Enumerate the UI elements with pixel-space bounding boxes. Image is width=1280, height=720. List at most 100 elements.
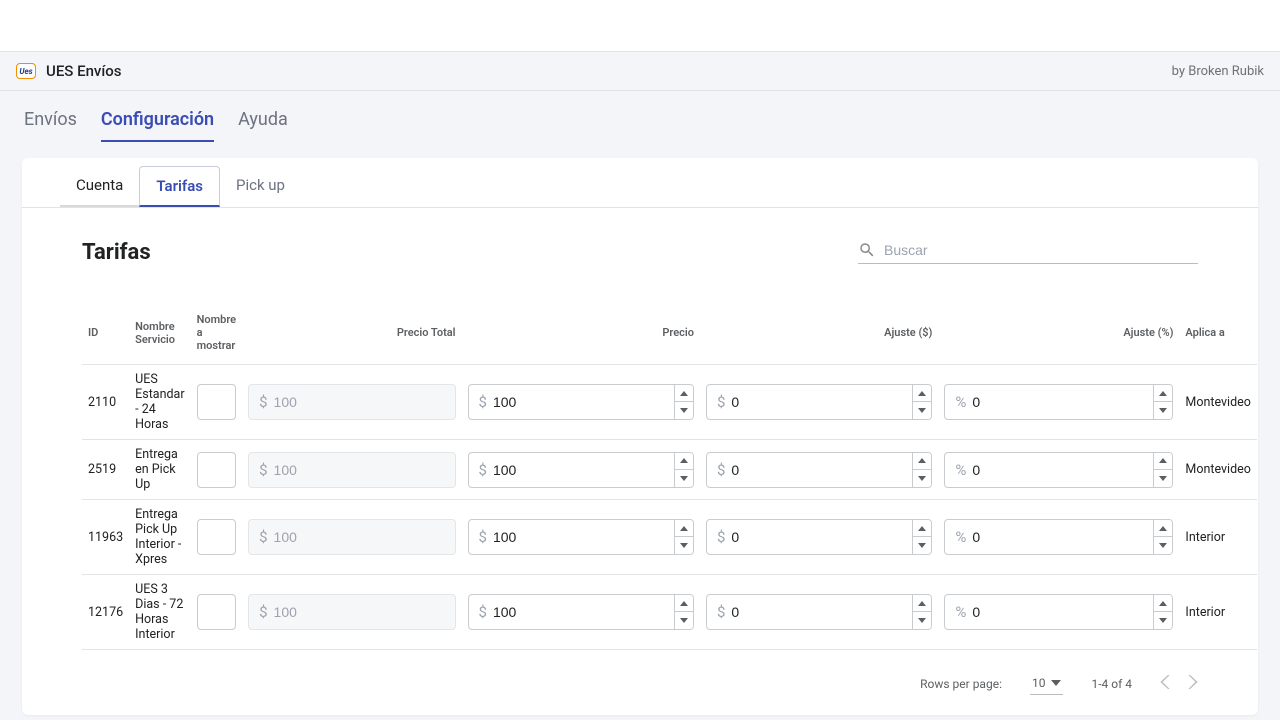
prev-page-button[interactable] [1160, 675, 1170, 692]
th-ajuste-pct: Ajuste (%) [938, 305, 1179, 365]
tab-configuracion[interactable]: Configuración [101, 103, 214, 142]
percent-icon: % [945, 393, 972, 411]
app-logo: Ues [16, 63, 36, 79]
precio-step-down[interactable] [675, 470, 693, 487]
ajuste-d-step-down[interactable] [913, 470, 931, 487]
precio-step-down[interactable] [675, 612, 693, 629]
cell-id: 2110 [82, 365, 129, 440]
dollar-icon: $ [469, 393, 493, 411]
header-bar: Ues UES Envíos by Broken Rubik [0, 52, 1280, 91]
ajuste-d-step-up[interactable] [913, 520, 931, 537]
ajuste-pct-input[interactable] [972, 385, 1153, 419]
nombre-mostrar-input[interactable] [197, 594, 237, 630]
precio-step-up[interactable] [675, 453, 693, 470]
precio-field[interactable]: $ [468, 452, 694, 488]
precio-input[interactable] [493, 595, 674, 629]
percent-icon: % [945, 603, 972, 621]
ajuste-p-step-up[interactable] [1154, 520, 1172, 537]
section-title: Tarifas [82, 240, 151, 265]
search-input[interactable] [884, 242, 1198, 258]
chevron-left-icon [1160, 675, 1170, 689]
pagination: Rows per page: 10 1-4 of 4 [22, 662, 1258, 695]
precio-total-input [274, 520, 455, 554]
caret-down-icon [1051, 680, 1061, 686]
precio-field[interactable]: $ [468, 594, 694, 630]
tab-ayuda[interactable]: Ayuda [238, 103, 288, 142]
ajuste-dollar-field[interactable]: $ [706, 452, 932, 488]
cell-aplica: Interior [1179, 575, 1257, 650]
ajuste-dollar-field[interactable]: $ [706, 594, 932, 630]
tarifas-table: ID Nombre Servicio Nombre a mostrar Prec… [82, 305, 1257, 650]
precio-step-down[interactable] [675, 402, 693, 419]
search-icon [858, 241, 876, 259]
th-aplica-a: Aplica a [1179, 305, 1257, 365]
ajuste-dollar-input[interactable] [731, 453, 912, 487]
precio-step-up[interactable] [675, 385, 693, 402]
precio-input[interactable] [493, 453, 674, 487]
rows-per-page-label: Rows per page: [920, 677, 1002, 691]
precio-field[interactable]: $ [468, 384, 694, 420]
dollar-icon: $ [707, 461, 731, 479]
precio-step-up[interactable] [675, 520, 693, 537]
ajuste-p-step-down[interactable] [1154, 402, 1172, 419]
next-page-button[interactable] [1188, 675, 1198, 692]
cell-id: 11963 [82, 500, 129, 575]
ajuste-p-step-down[interactable] [1154, 537, 1172, 554]
percent-icon: % [945, 528, 972, 546]
precio-field[interactable]: $ [468, 519, 694, 555]
th-precio: Precio [462, 305, 700, 365]
cell-id: 2519 [82, 440, 129, 500]
dollar-icon: $ [469, 603, 493, 621]
precio-step-down[interactable] [675, 537, 693, 554]
ajuste-pct-input[interactable] [972, 453, 1153, 487]
ajuste-p-step-up[interactable] [1154, 453, 1172, 470]
table-row: 2519Entrega en Pick Up$$$%Montevideo [82, 440, 1257, 500]
precio-input[interactable] [493, 520, 674, 554]
ajuste-dollar-input[interactable] [731, 595, 912, 629]
precio-total-input [274, 453, 455, 487]
ajuste-p-step-up[interactable] [1154, 385, 1172, 402]
ajuste-pct-field[interactable]: % [944, 594, 1173, 630]
subtab-tarifas[interactable]: Tarifas [139, 166, 220, 207]
table-row: 12176UES 3 Dias - 72 Horas Interior$$$%I… [82, 575, 1257, 650]
ajuste-dollar-input[interactable] [731, 385, 912, 419]
th-nombre-mostrar: Nombre a mostrar [191, 305, 243, 365]
ajuste-d-step-down[interactable] [913, 612, 931, 629]
rows-per-page-value: 10 [1032, 676, 1046, 690]
ajuste-d-step-up[interactable] [913, 595, 931, 612]
cell-id: 12176 [82, 575, 129, 650]
subtab-pickup[interactable]: Pick up [220, 166, 301, 207]
attribution: by Broken Rubik [1172, 64, 1264, 79]
main-tabs: Envíos Configuración Ayuda [0, 91, 1280, 142]
ajuste-p-step-down[interactable] [1154, 612, 1172, 629]
ajuste-pct-field[interactable]: % [944, 519, 1173, 555]
ajuste-dollar-field[interactable]: $ [706, 384, 932, 420]
ajuste-d-step-down[interactable] [913, 402, 931, 419]
ajuste-d-step-up[interactable] [913, 453, 931, 470]
th-nombre-servicio: Nombre Servicio [129, 305, 190, 365]
ajuste-dollar-input[interactable] [731, 520, 912, 554]
subtab-cuenta[interactable]: Cuenta [60, 166, 139, 207]
search-wrap[interactable] [858, 241, 1198, 264]
ajuste-d-step-up[interactable] [913, 385, 931, 402]
dollar-icon: $ [469, 461, 493, 479]
config-card: Cuenta Tarifas Pick up Tarifas ID Nombre… [22, 158, 1258, 715]
nombre-mostrar-input[interactable] [197, 452, 237, 488]
ajuste-pct-input[interactable] [972, 520, 1153, 554]
ajuste-dollar-field[interactable]: $ [706, 519, 932, 555]
precio-step-up[interactable] [675, 595, 693, 612]
ajuste-p-step-down[interactable] [1154, 470, 1172, 487]
ajuste-pct-field[interactable]: % [944, 452, 1173, 488]
cell-nombre: Entrega Pick Up Interior - Xpres [129, 500, 190, 575]
ajuste-p-step-up[interactable] [1154, 595, 1172, 612]
ajuste-d-step-down[interactable] [913, 537, 931, 554]
rows-per-page-select[interactable]: 10 [1030, 672, 1064, 695]
cell-nombre: UES 3 Dias - 72 Horas Interior [129, 575, 190, 650]
nombre-mostrar-input[interactable] [197, 519, 237, 555]
ajuste-pct-input[interactable] [972, 595, 1153, 629]
tab-envios[interactable]: Envíos [24, 103, 77, 142]
precio-input[interactable] [493, 385, 674, 419]
ajuste-pct-field[interactable]: % [944, 384, 1173, 420]
nombre-mostrar-input[interactable] [197, 384, 237, 420]
th-id: ID [82, 305, 129, 365]
